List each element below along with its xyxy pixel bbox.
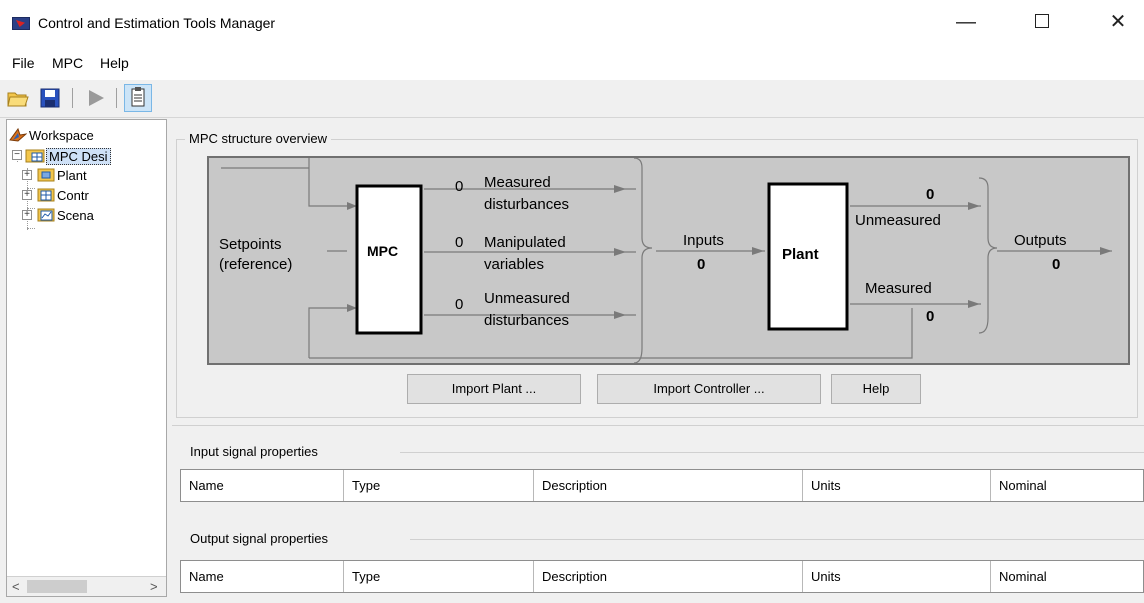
- plant-label: Plant: [782, 246, 819, 263]
- md-label: Measured: [484, 174, 551, 191]
- column-header-description[interactable]: Description: [534, 561, 803, 592]
- scroll-right-arrow[interactable]: >: [150, 579, 158, 594]
- column-header-nominal[interactable]: Nominal: [991, 470, 1143, 501]
- close-button[interactable]: ✕: [1098, 10, 1138, 36]
- title-bar: Control and Estimation Tools Manager — ✕: [0, 0, 1144, 46]
- setpoints-label: Setpoints: [219, 236, 282, 253]
- mpc-structure-diagram: Setpoints (reference) MPC 0 Measured dis…: [207, 156, 1130, 365]
- inputs-count: 0: [697, 256, 706, 273]
- tree-item-plant-models[interactable]: + Plant: [9, 166, 166, 186]
- column-header-units[interactable]: Units: [803, 470, 991, 501]
- import-controller-button[interactable]: Import Controller ...: [597, 374, 821, 404]
- plant-models-icon: [37, 167, 55, 183]
- measured-outputs-label: Measured: [865, 280, 932, 297]
- tree-item-label: Workspace: [29, 128, 94, 143]
- mpc-block: [355, 184, 423, 335]
- maximize-button[interactable]: [1022, 10, 1062, 36]
- controllers-icon: [37, 187, 55, 203]
- tree-item-label: Contr: [57, 188, 89, 203]
- ud-count: 0: [455, 296, 464, 313]
- input-signal-table: Name Type Description Units Nominal: [180, 469, 1144, 502]
- mv-count: 0: [455, 234, 464, 251]
- mpc-label: MPC: [367, 243, 399, 259]
- setpoints-reference-label: (reference): [219, 256, 293, 273]
- column-header-name[interactable]: Name: [181, 561, 344, 592]
- tree-item-scenarios[interactable]: + Scena: [9, 206, 166, 226]
- divider: [400, 452, 1144, 453]
- tree-item-controllers[interactable]: + Contr: [9, 186, 166, 206]
- tree-item-mpc-design[interactable]: − MPC Desi: [9, 146, 166, 166]
- output-signal-table: Name Type Description Units Nominal: [180, 560, 1144, 593]
- column-header-type[interactable]: Type: [344, 470, 534, 501]
- tree-item-workspace[interactable]: Workspace: [9, 126, 166, 146]
- inputs-label: Inputs: [683, 232, 724, 249]
- column-header-type[interactable]: Type: [344, 561, 534, 592]
- maximize-icon: [1035, 14, 1049, 29]
- menu-bar: File MPC Help: [0, 46, 1144, 80]
- clipboard-icon[interactable]: [124, 84, 152, 112]
- open-folder-icon[interactable]: [6, 86, 30, 110]
- minimize-button[interactable]: —: [946, 10, 986, 36]
- expand-icon[interactable]: +: [22, 190, 32, 200]
- md-label-2: disturbances: [484, 196, 570, 213]
- md-count: 0: [455, 178, 464, 195]
- project-tree: Workspace − MPC Desi + Plant + Contr + S…: [6, 119, 167, 597]
- workspace-icon: [9, 127, 28, 143]
- expand-icon[interactable]: +: [22, 170, 32, 180]
- column-header-units[interactable]: Units: [803, 561, 991, 592]
- run-icon[interactable]: [84, 86, 108, 110]
- import-plant-button[interactable]: Import Plant ...: [407, 374, 581, 404]
- overview-title: MPC structure overview: [185, 131, 331, 146]
- collapse-icon[interactable]: −: [12, 150, 22, 160]
- unmeasured-outputs-label: Unmeasured: [855, 212, 941, 229]
- mpc-design-icon: [25, 147, 45, 163]
- toolbar-separator: [116, 88, 117, 108]
- outputs-label: Outputs: [1014, 232, 1067, 249]
- unmeasured-outputs-count: 0: [926, 186, 935, 203]
- ud-label: Unmeasured: [484, 290, 570, 307]
- tree-item-label: MPC Desi: [46, 148, 111, 165]
- toolbar: [0, 80, 1144, 118]
- app-icon: [12, 17, 30, 30]
- window-title: Control and Estimation Tools Manager: [38, 15, 276, 31]
- divider: [172, 425, 1144, 426]
- divider: [410, 539, 1144, 540]
- expand-icon[interactable]: +: [22, 210, 32, 220]
- menu-mpc[interactable]: MPC: [52, 55, 83, 71]
- menu-help[interactable]: Help: [100, 55, 129, 71]
- scrollbar-thumb[interactable]: [27, 580, 87, 593]
- ud-label-2: disturbances: [484, 312, 570, 329]
- input-signal-properties-title: Input signal properties: [190, 444, 318, 459]
- output-signal-properties-title: Output signal properties: [190, 531, 329, 546]
- column-header-description[interactable]: Description: [534, 470, 803, 501]
- tree-horizontal-scrollbar[interactable]: < >: [7, 576, 166, 596]
- mv-label: Manipulated: [484, 234, 566, 251]
- outputs-count: 0: [1052, 256, 1061, 273]
- tree-item-label: Plant: [57, 168, 87, 183]
- menu-file[interactable]: File: [12, 55, 35, 71]
- help-button[interactable]: Help: [831, 374, 921, 404]
- scroll-left-arrow[interactable]: <: [12, 579, 20, 594]
- save-icon[interactable]: [38, 86, 62, 110]
- diagram-lines: [221, 158, 1112, 363]
- tree-item-label: Scena: [57, 208, 94, 223]
- column-header-name[interactable]: Name: [181, 470, 344, 501]
- scenarios-icon: [37, 207, 55, 223]
- column-header-nominal[interactable]: Nominal: [991, 561, 1143, 592]
- mv-label-2: variables: [484, 256, 545, 273]
- toolbar-separator: [72, 88, 73, 108]
- measured-outputs-count: 0: [926, 308, 935, 325]
